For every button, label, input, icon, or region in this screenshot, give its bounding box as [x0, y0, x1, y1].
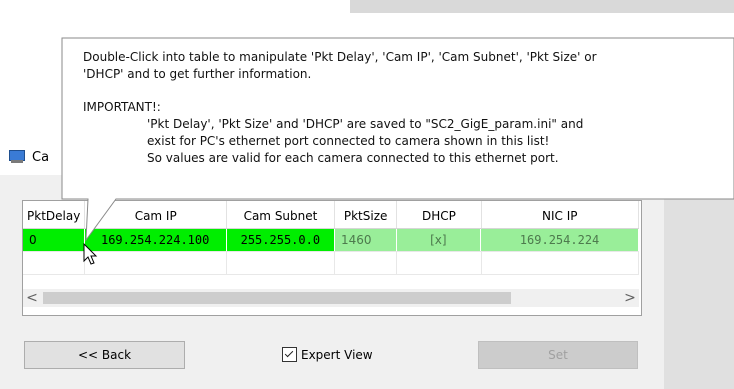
tooltip-note-3: So values are valid for each camera conn…: [147, 151, 559, 165]
mouse-cursor-icon: [83, 243, 98, 265]
tooltip-line-1: Double-Click into table to manipulate 'P…: [83, 50, 597, 64]
tooltip-note-1: 'Pkt Delay', 'Pkt Size' and 'DHCP' are s…: [147, 117, 584, 131]
tooltip-line-2: 'DHCP' and to get further information.: [83, 67, 312, 81]
tooltip-important: IMPORTANT!:: [83, 100, 161, 114]
tooltip-note-2: exist for PC's ethernet port connected t…: [147, 134, 550, 148]
tooltip-text: Double-Click into table to manipulate 'P…: [83, 49, 733, 167]
